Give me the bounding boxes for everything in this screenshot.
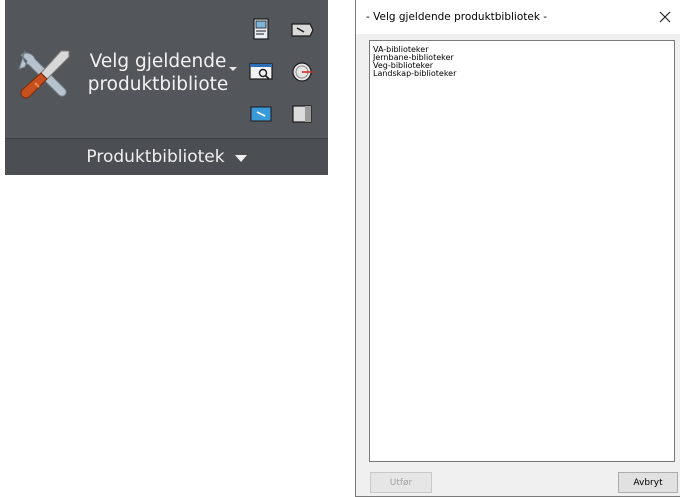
panel-icon[interactable] bbox=[289, 101, 315, 127]
big-button-label-line1: Velg gjeldende bbox=[89, 51, 227, 72]
run-button[interactable]: Utfør bbox=[370, 472, 432, 493]
big-button-label-line2: produktbibliote bbox=[87, 74, 229, 95]
wrench-screwdriver-icon bbox=[18, 50, 70, 99]
cancel-button[interactable]: Avbryt bbox=[618, 472, 678, 493]
gauge-icon[interactable] bbox=[289, 59, 315, 85]
panel-title: Produktbibliotek bbox=[86, 147, 225, 167]
document-icon[interactable] bbox=[248, 17, 274, 43]
tag-icon[interactable] bbox=[289, 17, 315, 43]
search-window-icon[interactable] bbox=[248, 59, 274, 85]
big-button-label: Velg gjeldende produktbibliote bbox=[83, 50, 233, 96]
library-listbox[interactable]: VA-biblioteker Jernbane-biblioteker Veg-… bbox=[369, 40, 675, 462]
product-library-dialog: - Velg gjeldende produktbibliotek - VA-b… bbox=[355, 0, 680, 497]
ribbon-panel-body: Velg gjeldende produktbibliote bbox=[5, 0, 328, 138]
close-icon[interactable] bbox=[654, 6, 676, 28]
chevron-down-icon bbox=[234, 155, 247, 162]
select-product-library-button[interactable]: Velg gjeldende produktbibliote bbox=[15, 30, 245, 116]
dialog-titlebar[interactable]: - Velg gjeldende produktbibliotek - bbox=[356, 0, 680, 34]
list-item[interactable]: Landskap-biblioteker bbox=[373, 70, 456, 78]
dialog-title: - Velg gjeldende produktbibliotek - bbox=[366, 11, 548, 23]
blue-tag-icon[interactable] bbox=[248, 101, 274, 127]
chevron-down-icon[interactable] bbox=[229, 67, 237, 71]
ribbon-panel: Velg gjeldende produktbibliote Produktbi… bbox=[5, 0, 328, 175]
panel-title-bar[interactable]: Produktbibliotek bbox=[5, 138, 328, 175]
